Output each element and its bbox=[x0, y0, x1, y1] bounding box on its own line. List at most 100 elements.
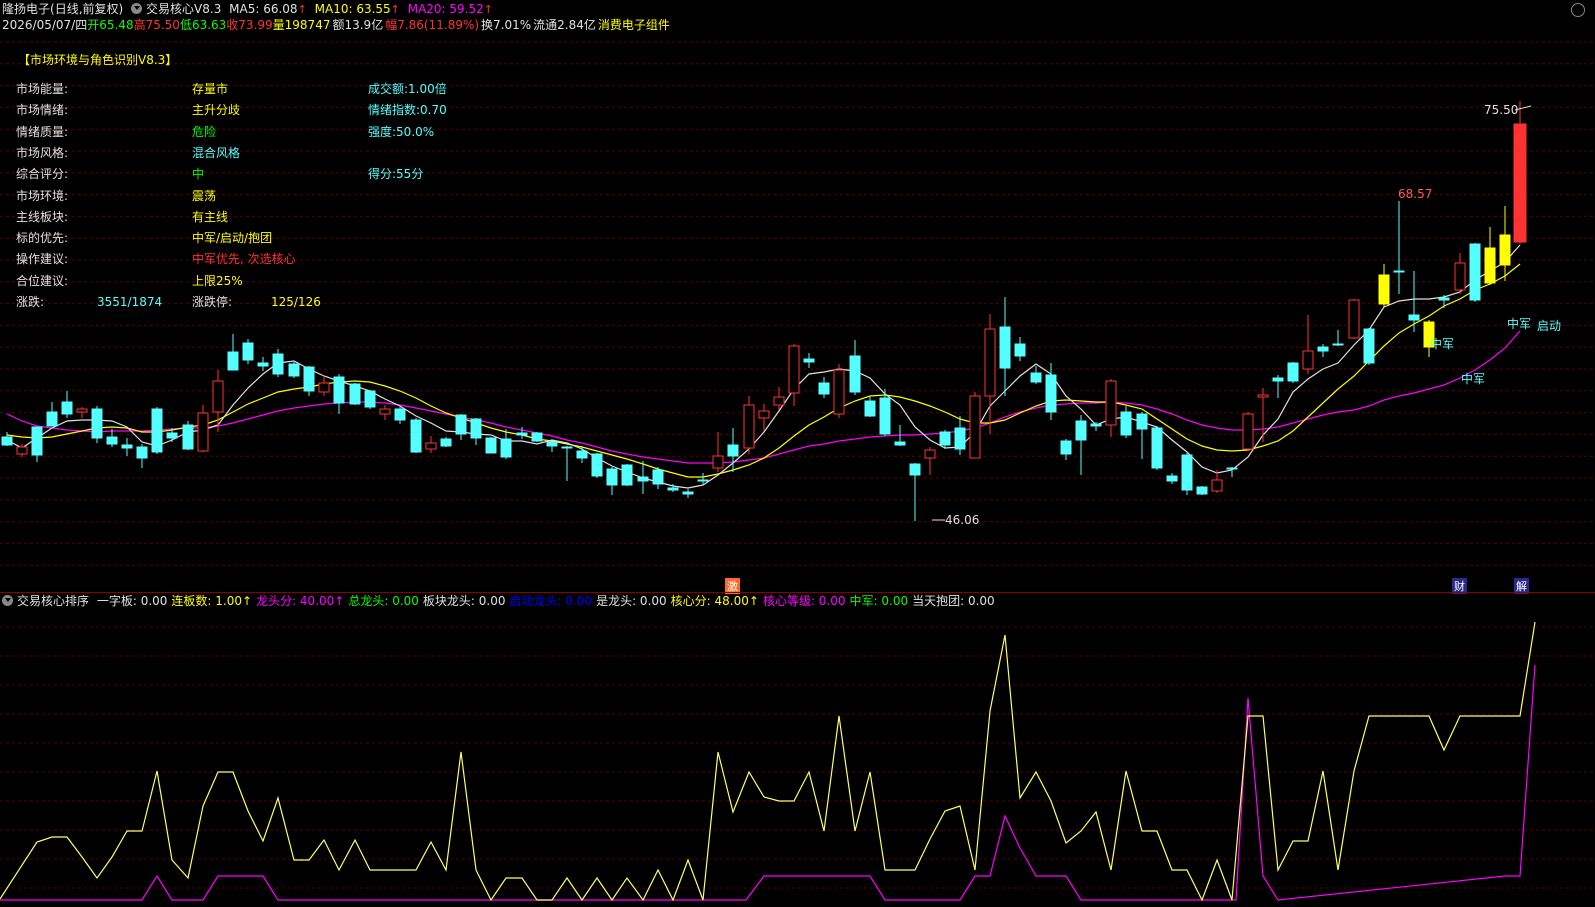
candle bbox=[864, 397, 876, 417]
candle-body bbox=[440, 438, 452, 447]
candle-body bbox=[166, 432, 178, 439]
candle bbox=[1332, 330, 1344, 346]
sub-indicator-value: 一字板: 0.00 bbox=[96, 594, 168, 608]
quote-volume: 量198747 bbox=[272, 18, 331, 32]
advdec-value: 3551/1874 bbox=[97, 295, 163, 309]
info-value: 中 bbox=[192, 167, 205, 182]
candle-body bbox=[561, 446, 573, 449]
period: (日线,前复权) bbox=[50, 2, 124, 16]
candle-body bbox=[1302, 350, 1314, 370]
candle-body bbox=[1454, 262, 1466, 291]
candle bbox=[1211, 470, 1223, 493]
candle bbox=[561, 446, 573, 481]
ma20-path bbox=[6, 330, 1521, 464]
candle-body bbox=[984, 328, 996, 397]
candle bbox=[1363, 328, 1375, 365]
high-price-label: 75.50 bbox=[1484, 103, 1518, 117]
quote-turnover: 换7.01% bbox=[481, 18, 532, 32]
close-icon[interactable] bbox=[1571, 3, 1585, 17]
candle-body bbox=[1196, 486, 1208, 495]
sub-indicator-items: 一字板: 0.00 连板数: 1.00↑ 龙头分: 40.00↑ 总龙头: 0.00 板… bbox=[97, 594, 999, 608]
sub-indicator-value: 连板数: 1.00↑ bbox=[171, 594, 253, 608]
candle-body bbox=[455, 414, 467, 435]
candle-body bbox=[106, 436, 118, 445]
candle bbox=[1120, 406, 1132, 438]
candle bbox=[1226, 467, 1238, 477]
candle-body bbox=[1484, 247, 1496, 284]
candle bbox=[1408, 271, 1420, 332]
candle-body bbox=[16, 446, 28, 455]
candle-body bbox=[1499, 234, 1511, 266]
candle-body bbox=[151, 408, 163, 453]
candle-body bbox=[1348, 299, 1360, 339]
candle bbox=[76, 407, 88, 418]
candle bbox=[531, 432, 543, 442]
candle-body bbox=[1060, 440, 1072, 455]
candle-body bbox=[1014, 343, 1026, 357]
candle-body bbox=[909, 463, 921, 476]
candle-body bbox=[743, 404, 755, 449]
candle-body bbox=[864, 400, 876, 417]
candle-body bbox=[318, 382, 330, 393]
core-score-line bbox=[0, 621, 1536, 902]
info-label: 标的优先: bbox=[16, 231, 69, 246]
candle-body bbox=[91, 408, 103, 439]
quote-close: 收73.99 bbox=[226, 18, 273, 32]
sub-indicator-name[interactable]: 交易核心排序 bbox=[17, 594, 89, 608]
candle-body bbox=[379, 408, 391, 415]
advance-decline-row: 涨跌: 3551/1874 涨跌停: 125/126 bbox=[0, 293, 600, 311]
info-row: 市场情绪: 主升分歧 情绪指数:0.70 bbox=[0, 101, 600, 119]
candle-body bbox=[1469, 243, 1481, 301]
indicator-name[interactable]: 交易核心V8.3 bbox=[146, 2, 221, 16]
candle-body bbox=[257, 362, 269, 367]
candle-body bbox=[1211, 479, 1223, 492]
candle-body bbox=[212, 380, 224, 413]
sub-indicator-value: 启动龙头: 0.00 bbox=[509, 594, 593, 608]
candle bbox=[803, 353, 815, 368]
quote-sector[interactable]: 消费电子组件 bbox=[598, 18, 670, 32]
sub-dropdown-icon[interactable] bbox=[2, 595, 13, 606]
candle bbox=[1196, 486, 1208, 495]
candle-body bbox=[1045, 374, 1057, 413]
candle bbox=[652, 467, 664, 489]
candle bbox=[1272, 375, 1284, 398]
candle bbox=[485, 437, 497, 454]
candle-body bbox=[272, 353, 284, 375]
zhongjun-label-1: 中军 bbox=[1507, 316, 1531, 331]
candle-body bbox=[303, 366, 315, 392]
sub-indicator-chart[interactable] bbox=[0, 609, 1595, 907]
candle bbox=[151, 407, 163, 454]
info-metric: 得分:55分 bbox=[368, 167, 424, 182]
info-row: 合位建议: 上限25% bbox=[0, 272, 600, 290]
sub-indicator-value: 核心分: 48.00↑ bbox=[670, 594, 759, 608]
candle bbox=[333, 374, 345, 414]
sub-indicator-value: 是龙头: 0.00 bbox=[596, 594, 667, 608]
stock-name: 隆扬电子 bbox=[2, 2, 51, 16]
candle-body bbox=[546, 441, 558, 447]
candle bbox=[212, 370, 224, 432]
candle-body bbox=[1378, 274, 1390, 305]
info-value: 有主线 bbox=[192, 209, 229, 224]
candle bbox=[1136, 412, 1148, 459]
dropdown-icon[interactable] bbox=[131, 3, 143, 14]
info-row: 市场环境: 震荡 bbox=[0, 187, 600, 205]
info-row: 综合评分: 中 得分:55分 bbox=[0, 165, 600, 183]
candle-body bbox=[1181, 454, 1193, 491]
info-value: 存量市 bbox=[192, 82, 229, 96]
candle bbox=[1513, 101, 1527, 244]
candle bbox=[591, 453, 603, 478]
ma20-arrow: ↑ bbox=[483, 3, 493, 16]
candle-body bbox=[1226, 467, 1238, 470]
sub-indicator-value: 中军: 0.00 bbox=[849, 594, 909, 608]
candle-body bbox=[410, 419, 422, 453]
ma5-arrow: ↑ bbox=[297, 3, 307, 16]
candle-body bbox=[197, 412, 209, 452]
candle bbox=[1105, 379, 1117, 437]
candle bbox=[31, 426, 43, 462]
candle bbox=[288, 362, 300, 378]
candle bbox=[1469, 243, 1481, 302]
info-label: 情绪质量: bbox=[16, 124, 69, 139]
candle bbox=[743, 396, 755, 454]
candle bbox=[621, 464, 633, 486]
candle-body bbox=[288, 363, 300, 377]
